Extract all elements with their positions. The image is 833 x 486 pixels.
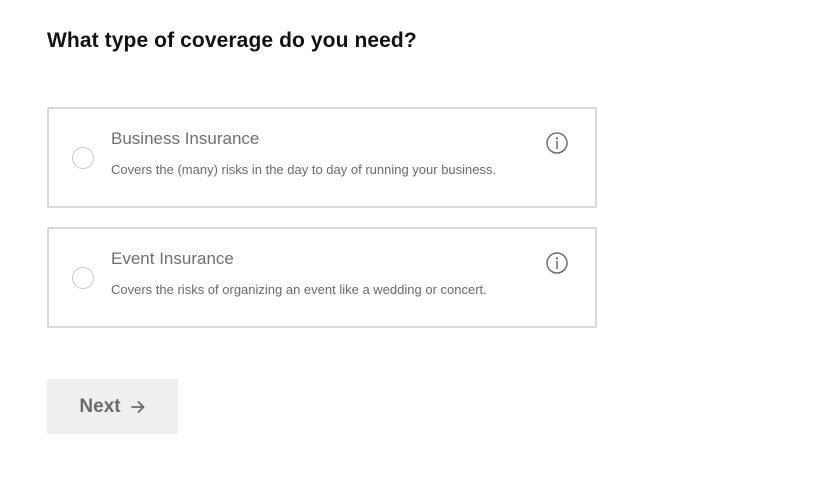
option-event-insurance[interactable]: Event Insurance Covers the risks of orga…: [47, 227, 597, 328]
option-business-insurance[interactable]: Business Insurance Covers the (many) ris…: [47, 107, 597, 208]
next-button[interactable]: Next: [47, 379, 178, 434]
option-title: Business Insurance: [111, 129, 260, 148]
option-description: Covers the risks of organizing an event …: [111, 282, 487, 297]
page-title: What type of coverage do you need?: [47, 29, 417, 52]
radio-button-event-insurance[interactable]: [72, 267, 94, 289]
option-title: Event Insurance: [111, 249, 234, 268]
arrow-right-icon: [130, 400, 144, 413]
radio-button-business-insurance[interactable]: [72, 147, 94, 169]
info-icon[interactable]: [545, 251, 569, 275]
coverage-selection-page: What type of coverage do you need? Busin…: [0, 0, 833, 486]
next-button-label: Next: [79, 395, 121, 417]
option-description: Covers the (many) risks in the day to da…: [111, 162, 497, 177]
info-icon[interactable]: [545, 131, 569, 155]
